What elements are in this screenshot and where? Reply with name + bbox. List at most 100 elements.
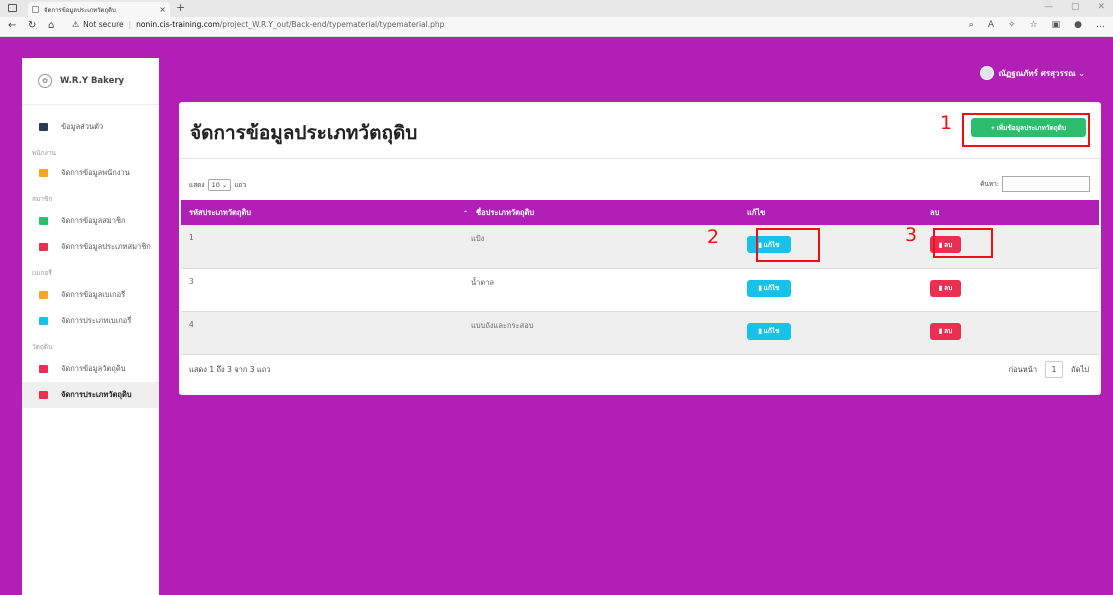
sidebar-item[interactable]: จัดการข้อมูลเบเกอรี่ — [22, 282, 159, 308]
cell-edit: ▮ แก้ไข — [739, 268, 922, 312]
next-button[interactable]: ถัดไป — [1071, 364, 1089, 376]
col-header-delete: ลบ — [922, 200, 1099, 225]
browser-tab[interactable]: จัดการข้อมูลประเภทวัตถุดิบ × — [28, 2, 170, 17]
back-icon[interactable]: ← — [8, 20, 16, 31]
pagination: ก่อนหน้า 1 ถัดไป — [1009, 361, 1089, 378]
cell-id: 3 — [181, 268, 463, 312]
avatar — [980, 66, 995, 80]
user-name: ณัฏฐณภัทร์ ศรสุวรรณ ⌄ — [998, 68, 1085, 78]
cell-delete: ▮ ลบ — [922, 311, 1099, 355]
sidebar-item[interactable]: จัดการข้อมูลประเภทสมาชิก — [22, 234, 159, 260]
col-header-id[interactable]: รหัสประเภทวัตถุดิบ — [181, 200, 463, 225]
security-label: Not secure — [83, 20, 124, 29]
annotation-3: 3 — [905, 224, 918, 246]
cell-edit: ▮ แก้ไข — [739, 311, 922, 355]
warning-icon: ⚠ — [72, 20, 80, 29]
delete-button[interactable]: ▮ ลบ — [930, 322, 961, 340]
sidebar-item[interactable]: จัดการข้อมูลสมาชิก — [22, 208, 159, 234]
search-input[interactable] — [1002, 176, 1090, 192]
rows-label: แถว — [234, 181, 247, 189]
length-control: แสดง 10 ⌄ แถว — [189, 179, 246, 191]
sidebar-item[interactable]: จัดการประเภทวัตถุดิบ — [22, 382, 159, 408]
sidebar-item-label: จัดการข้อมูลพนักงาน — [61, 168, 130, 177]
url-host: nonin.cis-training.com — [136, 20, 220, 29]
list-icon — [39, 391, 48, 399]
sidebar-item-label: จัดการข้อมูลประเภทสมาชิก — [61, 242, 151, 251]
sidebar-item-label: จัดการประเภทเบเกอรี่ — [61, 316, 132, 325]
cell-id: 1 — [181, 225, 463, 269]
sidebar-section-label: พนักงาน — [32, 149, 56, 157]
delete-button[interactable]: ▮ ลบ — [930, 279, 961, 297]
cell-name: แบบถังและกระสอบ — [463, 311, 739, 355]
more-icon[interactable]: … — [1096, 20, 1105, 30]
annotation-1: 1 — [940, 112, 953, 134]
highlight-box-2 — [756, 228, 820, 262]
close-window-icon[interactable]: ✕ — [1097, 2, 1105, 12]
table-header-row: รหัสประเภทวัตถุดิบ ⌃ ชื่อประเภทวัตถุดิบ แ… — [181, 200, 1099, 225]
sidebar-section-label: เบเกอรี่ — [32, 269, 52, 277]
sidebar: ✿ W.R.Y Bakery ข้อมูลส่วนตัวพนักงานจัดกา… — [22, 58, 159, 595]
url-field[interactable]: ⚠ Not secure | nonin.cis-training.com /p… — [72, 20, 444, 29]
edit-label: แก้ไข — [763, 285, 780, 292]
restore-icon[interactable]: ▢ — [1071, 2, 1080, 12]
sidebar-item-label: จัดการข้อมูลวัตถุดิบ — [61, 364, 126, 373]
sidebar-item[interactable]: ข้อมูลส่วนตัว — [22, 114, 159, 140]
list-icon — [39, 243, 48, 251]
favorites-icon[interactable]: ☆ — [1030, 20, 1038, 30]
box-icon — [39, 365, 48, 373]
extensions-icon[interactable]: ✧ — [1008, 20, 1016, 30]
col-header-name-text: ชื่อประเภทวัตถุดิบ — [476, 207, 535, 217]
sidebar-item-label: จัดการข้อมูลสมาชิก — [61, 216, 126, 225]
page-1-button[interactable]: 1 — [1045, 361, 1064, 378]
profile-icon[interactable]: ● — [1074, 20, 1082, 30]
sidebar-item-label: จัดการข้อมูลเบเกอรี่ — [61, 290, 126, 299]
sidebar-item-label: จัดการประเภทวัตถุดิบ — [61, 390, 132, 399]
home-icon[interactable]: ⌂ — [48, 20, 54, 31]
sidebar-section-label: สมาชิก — [32, 195, 53, 203]
show-label: แสดง — [189, 181, 205, 189]
browser-tools: ⌕ A ✧ ☆ ▣ ● … — [969, 20, 1105, 30]
prev-button[interactable]: ก่อนหน้า — [1009, 364, 1037, 376]
new-tab-button[interactable]: + — [176, 1, 185, 14]
page-length-select[interactable]: 10 ⌄ — [207, 179, 232, 191]
page-title: จัดการข้อมูลประเภทวัตถุดิบ — [190, 122, 418, 144]
tab-title: จัดการข้อมูลประเภทวัตถุดิบ — [44, 6, 116, 14]
edit-button[interactable]: ▮ แก้ไข — [747, 279, 791, 297]
refresh-icon[interactable]: ↻ — [28, 20, 36, 31]
sidebar-menu: ข้อมูลส่วนตัวพนักงานจัดการข้อมูลพนักงานส… — [22, 114, 159, 408]
window-icon[interactable] — [8, 4, 17, 12]
brand-name: W.R.Y Bakery — [60, 76, 125, 86]
col-header-name[interactable]: ⌃ ชื่อประเภทวัตถุดิบ — [463, 200, 739, 225]
id-card-icon — [39, 123, 48, 131]
annotation-2: 2 — [707, 226, 720, 248]
delete-label: ลบ — [944, 285, 953, 292]
user-menu[interactable]: ณัฏฐณภัทร์ ศรสุวรรณ ⌄ — [980, 66, 1085, 80]
highlight-box-3 — [933, 228, 993, 258]
search-control: ค้นหา: — [980, 176, 1090, 192]
read-aloud-icon[interactable]: A — [988, 20, 994, 30]
sidebar-item[interactable]: จัดการข้อมูลพนักงาน — [22, 160, 159, 186]
minimize-icon[interactable]: — — [1044, 2, 1053, 12]
collections-icon[interactable]: ▣ — [1052, 20, 1061, 30]
page-icon — [32, 6, 39, 13]
table-info: แสดง 1 ถึง 3 จาก 3 แถว — [189, 365, 271, 374]
sidebar-item[interactable]: จัดการประเภทเบเกอรี่ — [22, 308, 159, 334]
highlight-box-1 — [962, 113, 1090, 147]
search-icon[interactable]: ⌕ — [969, 20, 974, 30]
user-icon — [39, 169, 48, 177]
cell-name: แป้ง — [463, 225, 739, 269]
window-controls: — ▢ ✕ — [1044, 2, 1105, 12]
tab-close-icon[interactable]: × — [159, 5, 166, 14]
table-row: 3 น้ำตาล ▮ แก้ไข ▮ ลบ — [181, 268, 1099, 312]
address-bar: ← ↻ ⌂ ⚠ Not secure | nonin.cis-training.… — [0, 17, 1113, 37]
material-type-table: รหัสประเภทวัตถุดิบ ⌃ ชื่อประเภทวัตถุดิบ แ… — [181, 200, 1099, 355]
sidebar-item-label: ข้อมูลส่วนตัว — [61, 122, 104, 131]
brand[interactable]: ✿ W.R.Y Bakery — [22, 58, 159, 105]
users-icon — [39, 217, 48, 225]
sidebar-item[interactable]: จัดการข้อมูลวัตถุดิบ — [22, 356, 159, 382]
url-divider: | — [128, 20, 132, 29]
edit-button[interactable]: ▮ แก้ไข — [747, 322, 791, 340]
table-row: 4 แบบถังและกระสอบ ▮ แก้ไข ▮ ลบ — [181, 311, 1099, 355]
edit-label: แก้ไข — [763, 328, 780, 335]
bakery-icon — [39, 291, 48, 299]
